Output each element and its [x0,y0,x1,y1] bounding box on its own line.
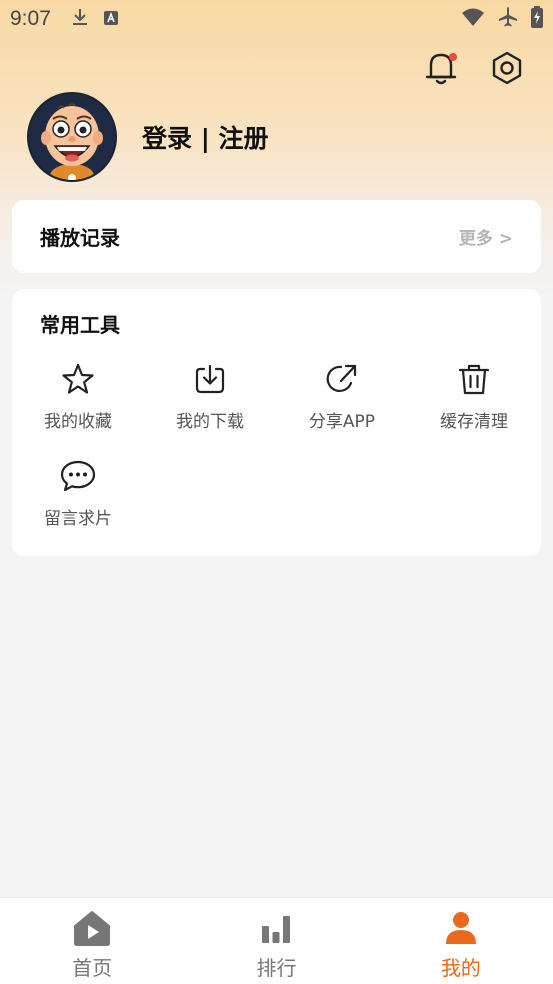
message-icon [58,456,98,496]
play-history-title: 播放记录 [40,226,120,250]
downloads-tool[interactable]: 我的下载 [150,359,270,432]
login-register-link[interactable]: 登录 | 注册 [142,119,269,155]
tab-home[interactable]: 首页 [0,898,184,984]
status-bar: 9:07 [0,0,553,38]
tool-label: 留言求片 [44,509,112,529]
tab-label: 排行 [256,956,297,980]
profile-icon [442,910,480,950]
status-time: 9:07 [10,7,51,30]
tab-label: 我的 [440,956,481,980]
star-icon [58,359,98,399]
notification-button[interactable] [423,50,459,90]
more-link[interactable]: 更多 > [459,224,513,249]
tab-label: 首页 [72,956,113,980]
profile-section: 登录 | 注册 [27,92,269,182]
favorites-tool[interactable]: 我的收藏 [18,359,138,432]
trash-icon [454,359,494,399]
cache-clear-tool[interactable]: 缓存清理 [414,359,534,432]
gear-icon [490,50,524,90]
tool-label: 分享APP [308,412,376,432]
home-icon [73,910,111,950]
battery-icon [531,5,543,33]
common-tools-card: 常用工具 我的收藏 我的下载 分享APP 缓存清理 留言求片 [12,289,541,556]
wifi-icon [461,7,485,32]
download-icon [190,359,230,399]
airplane-icon [497,6,519,33]
common-tools-title: 常用工具 [40,313,120,337]
notification-dot [449,53,457,61]
request-movie-tool[interactable]: 留言求片 [18,456,138,529]
play-history-card[interactable]: 播放记录 更多 > [12,200,541,273]
share-icon [322,359,362,399]
bottom-tab-bar: 首页 排行 我的 [0,897,553,984]
tool-label: 缓存清理 [440,412,508,432]
download-status-icon [71,7,89,32]
settings-button[interactable] [489,50,525,90]
tab-ranking[interactable]: 排行 [184,898,368,984]
tool-label: 我的收藏 [44,412,112,432]
ranking-icon [257,910,295,950]
share-app-tool[interactable]: 分享APP [282,359,402,432]
tab-profile[interactable]: 我的 [369,898,553,984]
tool-label: 我的下载 [176,412,244,432]
avatar[interactable] [27,92,117,182]
keyboard-status-icon [103,7,119,31]
